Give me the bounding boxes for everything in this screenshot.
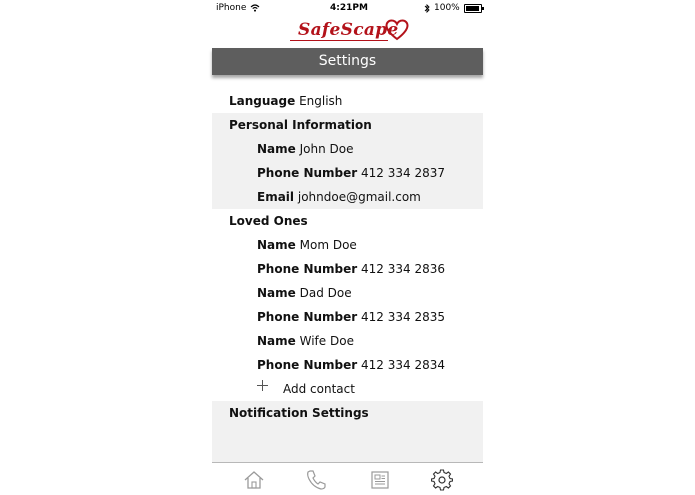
add-contact-button[interactable]: Add contact: [212, 377, 483, 401]
logo-underline: [290, 40, 388, 41]
language-value: English: [299, 94, 343, 108]
field-label: Name: [257, 238, 296, 252]
contact-name-row[interactable]: Name Wife Doe: [212, 329, 483, 353]
field-value: Mom Doe: [299, 238, 357, 252]
field-label: Name: [257, 334, 296, 348]
field-label: Phone Number: [257, 166, 358, 180]
field-value: 412 334 2837: [361, 166, 445, 180]
wifi-icon: [250, 4, 260, 12]
personal-info-heading: Personal Information: [212, 113, 483, 137]
field-value: John Doe: [299, 142, 354, 156]
field-label: Name: [257, 142, 296, 156]
settings-icon[interactable]: [431, 469, 453, 491]
battery-icon: [463, 3, 484, 13]
tab-bar: [212, 462, 483, 495]
personal-name-row[interactable]: Name John Doe: [212, 137, 483, 161]
field-value: 412 334 2834: [361, 358, 445, 372]
field-label: Email: [257, 190, 295, 204]
phone-icon[interactable]: [305, 469, 327, 491]
field-label: Name: [257, 286, 296, 300]
field-value: Wife Doe: [299, 334, 354, 348]
loved-ones-heading: Loved Ones: [229, 214, 308, 228]
add-contact-label: Add contact: [283, 382, 355, 396]
field-value: 412 334 2835: [361, 310, 445, 324]
contact-phone-row[interactable]: Phone Number 412 334 2835: [212, 305, 483, 329]
logo-text: SafeScape: [298, 20, 399, 40]
field-value: Dad Doe: [299, 286, 352, 300]
field-label: Phone Number: [257, 358, 358, 372]
status-bar: iPhone 4:21PM 100%: [0, 0, 695, 16]
bluetooth-icon: [424, 3, 430, 13]
app-logo: SafeScape: [290, 18, 415, 44]
contact-phone-row[interactable]: Phone Number 412 334 2836: [212, 257, 483, 281]
notification-settings-heading: Notification Settings: [229, 406, 369, 420]
notification-settings-section[interactable]: Notification Settings: [212, 401, 483, 462]
news-icon[interactable]: [369, 469, 391, 491]
language-label: Language: [229, 94, 296, 108]
home-icon[interactable]: [243, 469, 265, 491]
contact-name-row[interactable]: Name Mom Doe: [212, 233, 483, 257]
field-label: Phone Number: [257, 262, 358, 276]
field-value: 412 334 2836: [361, 262, 445, 276]
battery-percent: 100%: [434, 3, 460, 13]
carrier-label: iPhone: [216, 3, 247, 13]
heart-icon: [385, 19, 409, 41]
field-value: johndoe@gmail.com: [297, 190, 421, 204]
contact-phone-row[interactable]: Phone Number 412 334 2834: [212, 353, 483, 377]
personal-phone-row[interactable]: Phone Number 412 334 2837: [212, 161, 483, 185]
field-label: Phone Number: [257, 310, 358, 324]
language-row[interactable]: Language English: [212, 89, 483, 113]
contact-name-row[interactable]: Name Dad Doe: [212, 281, 483, 305]
page-title: Settings: [212, 48, 483, 75]
personal-email-row[interactable]: Email johndoe@gmail.com: [212, 185, 483, 209]
status-time: 4:21PM: [330, 3, 368, 13]
